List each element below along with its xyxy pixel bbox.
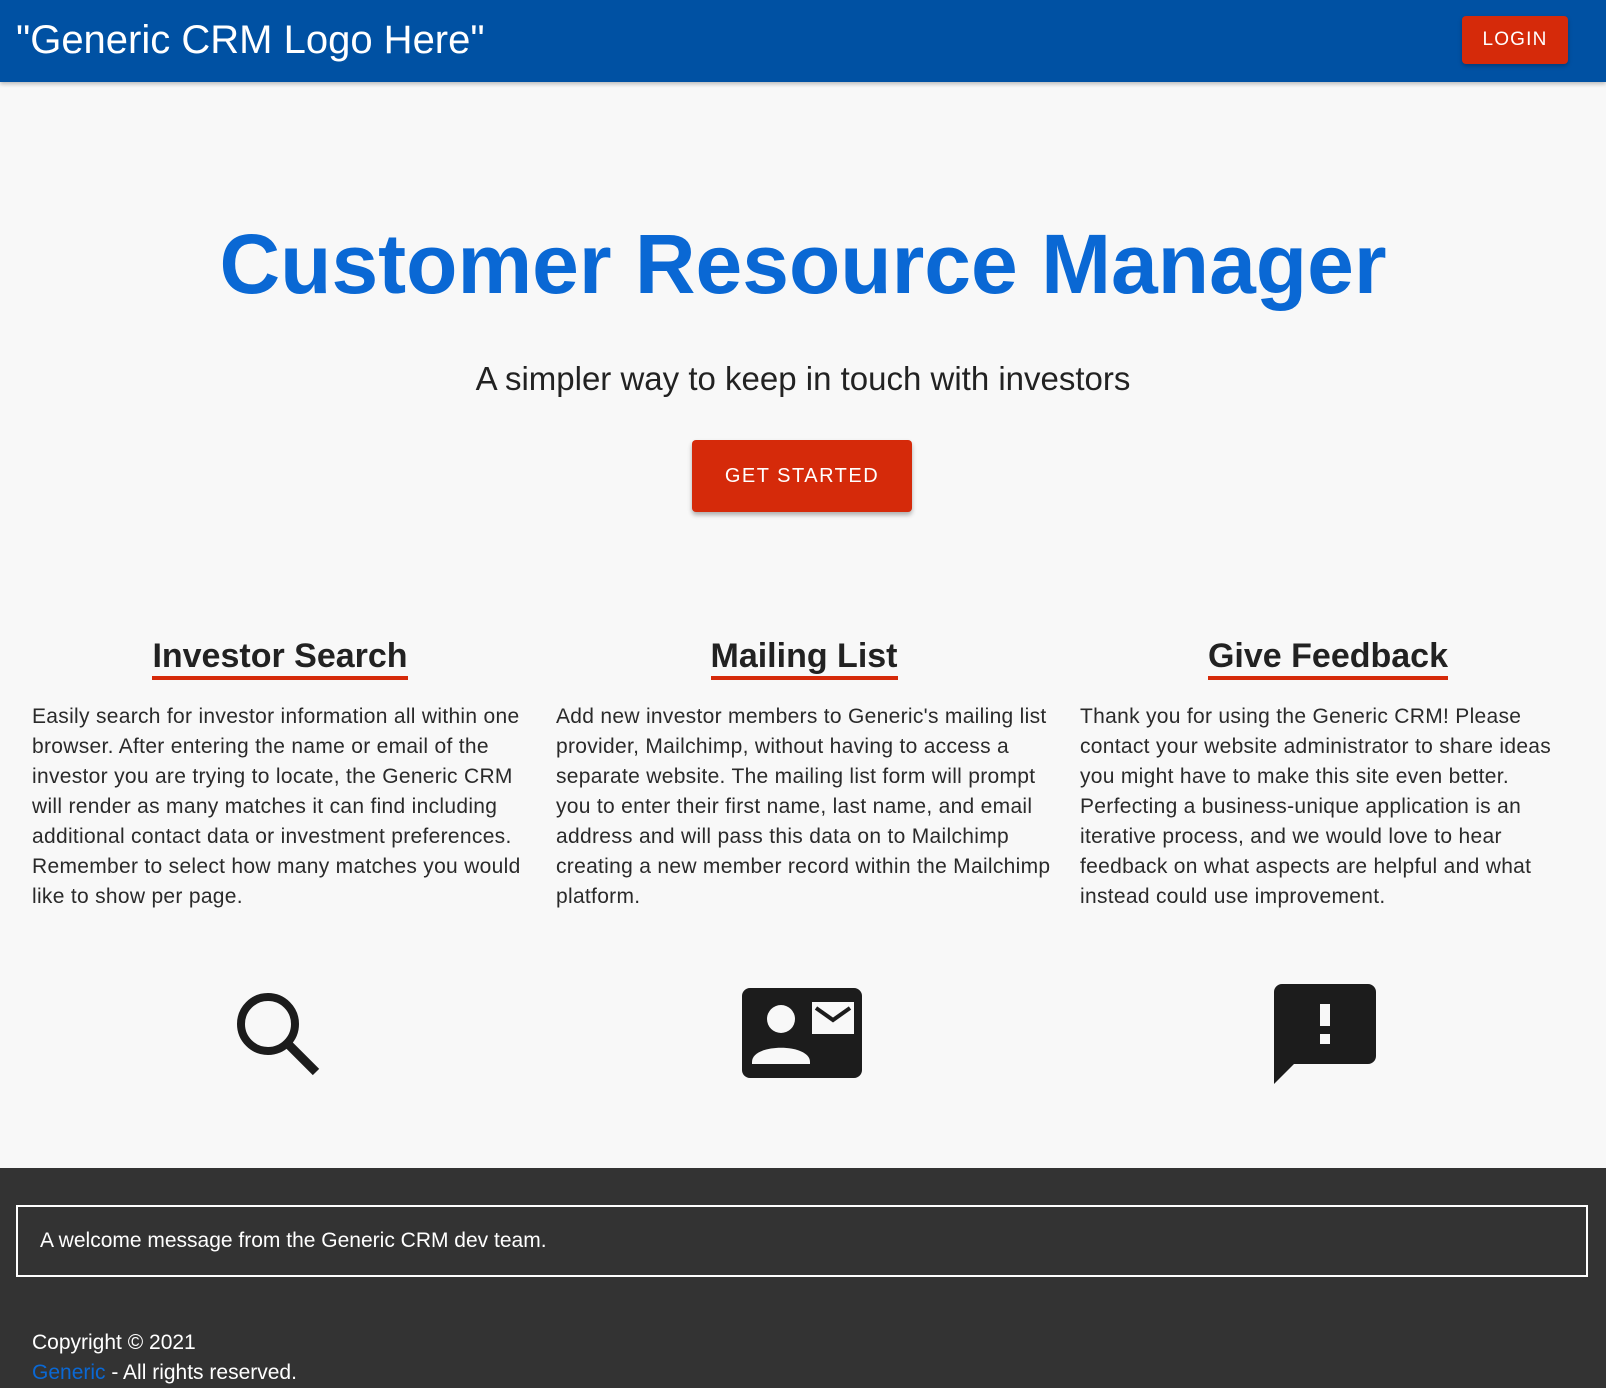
company-link[interactable]: Generic — [32, 1361, 106, 1384]
feature-give-feedback: Give Feedback Thank you for using the Ge… — [1080, 636, 1576, 912]
feature-description: Add new investor members to Generic's ma… — [556, 705, 1051, 908]
footer: A welcome message from the Generic CRM d… — [0, 1168, 1606, 1388]
feature-title: Investor Search — [152, 636, 408, 680]
feature-mailing-list: Mailing List Add new investor members to… — [556, 636, 1052, 912]
contact-mail-icon — [742, 988, 862, 1078]
feature-title: Mailing List — [710, 636, 898, 680]
hero-title: Customer Resource Manager — [219, 217, 1387, 311]
rights-line: Generic - All rights reserved. — [32, 1358, 297, 1388]
rights-text: - All rights reserved. — [105, 1361, 297, 1384]
feature-description: Easily search for investor information a… — [32, 705, 521, 908]
logo-placeholder[interactable]: "Generic CRM Logo Here" — [16, 14, 485, 66]
feature-description: Thank you for using the Generic CRM! Ple… — [1080, 705, 1552, 908]
app-bar: "Generic CRM Logo Here" LOGIN — [0, 0, 1606, 82]
search-icon — [237, 993, 320, 1076]
login-button[interactable]: LOGIN — [1462, 16, 1568, 64]
welcome-message: A welcome message from the Generic CRM d… — [40, 1229, 547, 1252]
feedback-icon — [1274, 984, 1376, 1084]
feature-title: Give Feedback — [1207, 636, 1448, 680]
copyright-text: Copyright © 2021 — [32, 1331, 196, 1354]
hero-subtitle: A simpler way to keep in touch with inve… — [475, 360, 1131, 397]
feature-investor-search: Investor Search Easily search for invest… — [32, 636, 528, 912]
get-started-button[interactable]: GET STARTED — [692, 440, 912, 512]
welcome-message-box: A welcome message from the Generic CRM d… — [16, 1205, 1588, 1277]
